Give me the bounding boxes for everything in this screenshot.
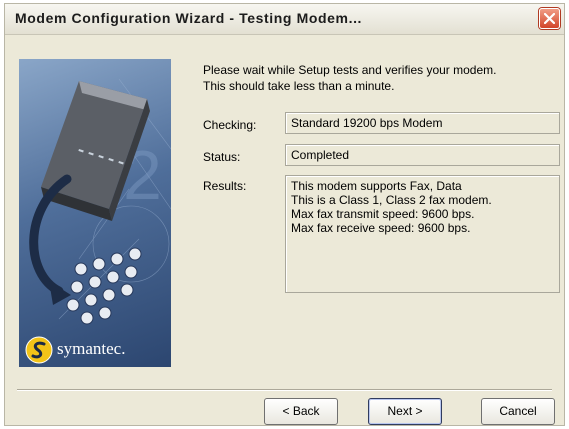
checking-label: Checking:	[203, 118, 257, 132]
intro-line-1: Please wait while Setup tests and verifi…	[203, 63, 497, 77]
next-button[interactable]: Next >	[368, 398, 442, 425]
results-line: Max fax transmit speed: 9600 bps.	[291, 207, 475, 221]
close-icon	[544, 13, 555, 24]
footer-separator	[17, 389, 552, 391]
results-line: This is a Class 1, Class 2 fax modem.	[291, 193, 492, 207]
symantec-logo-icon	[25, 336, 53, 364]
close-button[interactable]	[539, 8, 560, 29]
results-line: This modem supports Fax, Data	[291, 179, 462, 193]
intro-text: Please wait while Setup tests and verifi…	[203, 62, 548, 94]
checking-field: Standard 19200 bps Modem	[285, 112, 560, 134]
cancel-button-label: Cancel	[499, 404, 537, 418]
results-line: Max fax receive speed: 9600 bps.	[291, 221, 471, 235]
results-label: Results:	[203, 179, 247, 193]
back-button[interactable]: < Back	[264, 398, 338, 425]
back-button-label: < Back	[282, 404, 320, 418]
wizard-side-image: 2 symantec.	[19, 59, 171, 367]
wizard-window: Modem Configuration Wizard - Testing Mod…	[4, 3, 565, 426]
next-button-label: Next >	[387, 404, 423, 418]
intro-line-2: This should take less than a minute.	[203, 79, 395, 93]
checking-value: Standard 19200 bps Modem	[291, 116, 443, 130]
cancel-button[interactable]: Cancel	[481, 398, 555, 425]
results-box[interactable]: This modem supports Fax, Data This is a …	[285, 175, 560, 293]
status-field: Completed	[285, 144, 560, 166]
status-value: Completed	[291, 148, 350, 162]
window-title: Modem Configuration Wizard - Testing Mod…	[15, 10, 363, 26]
modem-illustration-icon: 2	[29, 78, 171, 325]
symantec-logo-text: symantec.	[57, 339, 126, 358]
title-bar[interactable]: Modem Configuration Wizard - Testing Mod…	[5, 4, 564, 35]
status-label: Status:	[203, 150, 241, 164]
